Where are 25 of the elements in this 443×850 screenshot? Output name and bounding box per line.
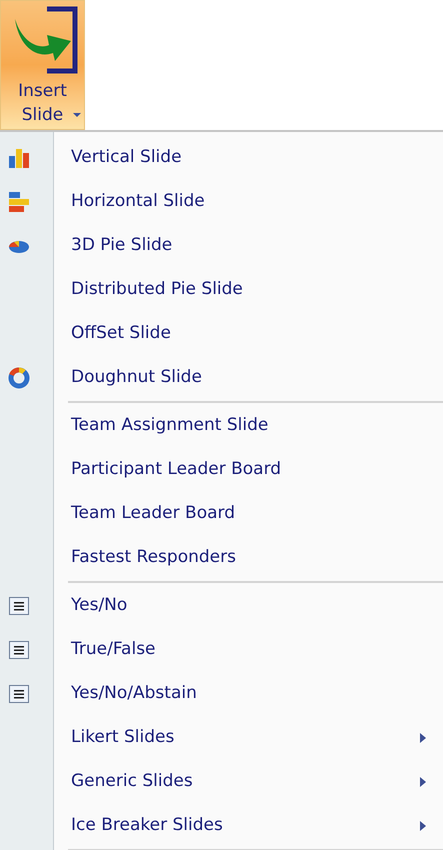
dropdown-caret-icon [73,113,81,117]
insert-slide-button[interactable]: Insert Slide [0,0,85,130]
pie-chart-icon [8,238,30,254]
menu-item[interactable]: Vertical Slide [0,136,443,180]
menu-item[interactable]: Horizontal Slide [0,180,443,224]
menu-item[interactable]: True/False [0,628,443,672]
menu-item[interactable]: Doughnut Slide [0,356,443,400]
text-lines-icon [9,641,29,659]
menu-item[interactable]: Ice Breaker Slides [0,804,443,848]
menu-item[interactable]: Likert Slides [0,716,443,760]
menu-item[interactable]: Distributed Pie Slide [0,268,443,312]
menu-item[interactable]: Participant Leader Board [0,448,443,492]
horizontal-bar-chart-icon [8,191,30,213]
menu-item[interactable]: Fastest Responders [0,536,443,580]
menu-item[interactable]: 3D Pie Slide [0,224,443,268]
text-lines-icon [9,685,29,703]
menu-item[interactable]: Team Leader Board [0,492,443,536]
menu-item[interactable]: Team Assignment Slide [0,404,443,448]
menu-item[interactable]: OffSet Slide [0,312,443,356]
menu-item[interactable]: Yes/No [0,584,443,628]
doughnut-chart-icon [8,367,30,389]
menu-item[interactable]: Generic Slides [0,760,443,804]
text-lines-icon [9,597,29,615]
menu-item[interactable]: Yes/No/Abstain [0,672,443,716]
bar-chart-icon [8,147,30,169]
